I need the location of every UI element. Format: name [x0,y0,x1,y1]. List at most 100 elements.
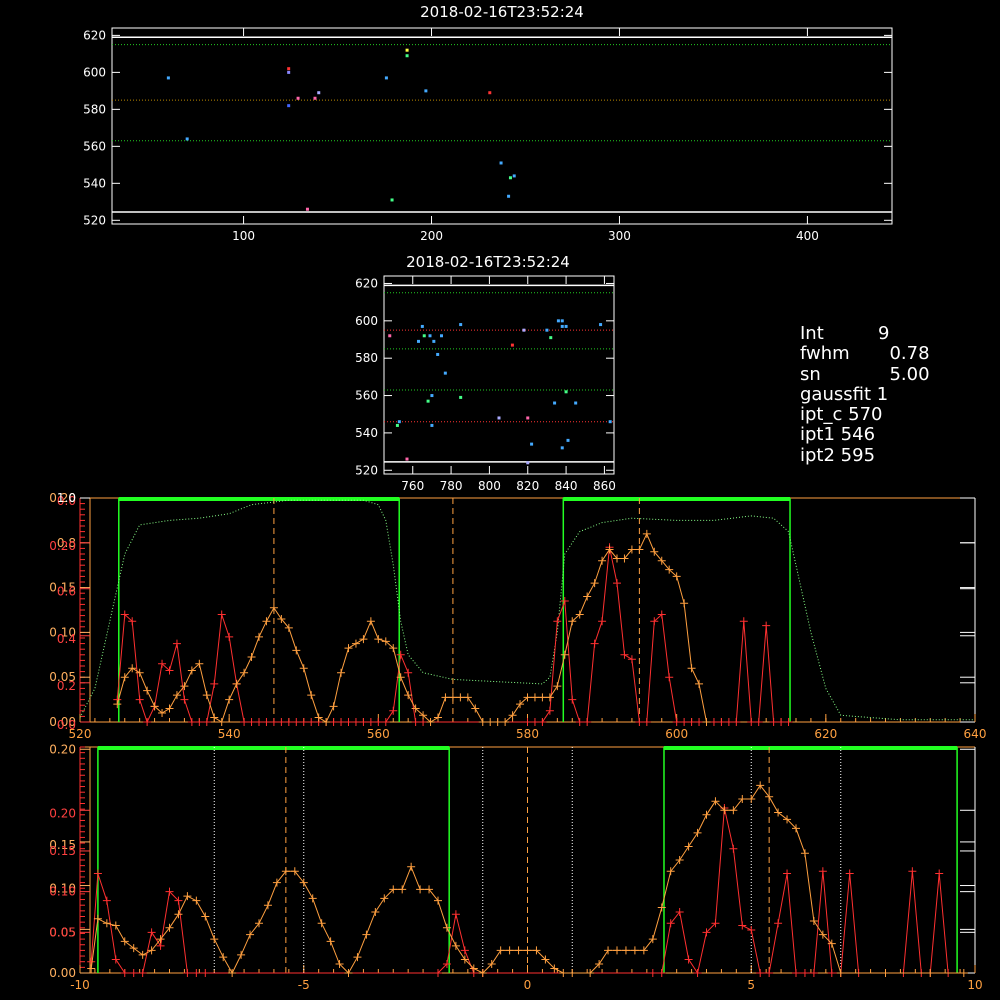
middle-xtick-label-2: 800 [478,479,501,493]
profile-red-point-61 [665,673,674,682]
middle-point-22 [530,442,534,446]
velocity-red-point-32 [756,969,765,977]
profile-orange-point-71 [642,529,651,538]
profile-red-point-11 [195,718,204,726]
profile-orange-point-79 [702,718,711,726]
profile-orange-point-50 [486,718,495,726]
velocity-orange-point-31 [362,930,371,939]
profile-red-point-23 [284,718,293,726]
info-row-gaussfit: gaussfit 1 [800,383,889,405]
middle-ytick-label-4: 600 [355,314,378,328]
top-point-14 [488,91,492,95]
velocity-orange-point-35 [398,885,407,894]
velocity-orange-point-11 [183,892,192,901]
middle-point-33 [574,401,578,405]
profile-red-point-50 [583,718,592,726]
middle-point-34 [599,323,603,327]
velocity-orange-point-47 [505,946,514,955]
profile-orange-point-24 [292,646,301,655]
middle-point-23 [545,328,549,332]
profile-orange-point-49 [478,718,487,726]
top-point-7 [317,91,321,95]
profile-red-point-77 [784,718,793,726]
middle-point-4 [417,339,420,343]
velocity-orange-point-85 [926,969,935,977]
middle-point-28 [560,324,564,328]
velocity-ytick-label-2: 0.05 [49,925,76,939]
middle-xtick-label-5: 860 [593,479,616,493]
middle-point-6 [422,334,426,338]
profile-red-point-14 [217,610,226,619]
profile-orange-point-56 [530,693,539,702]
velocity-orange-point-27 [326,937,335,946]
velocity-orange-point-48 [514,946,523,955]
middle-point-24 [549,336,553,340]
profile-red-point-43 [530,718,539,726]
profile-orange-point-31 [344,644,353,653]
velocity-red-point-36 [792,969,800,977]
velocity-orange-point-66 [684,842,693,851]
middle-ytick-label-2: 560 [355,389,378,403]
velocity-orange-point-12 [192,896,201,905]
profile-red-point-64 [687,718,696,726]
profile-orange-point-26 [307,691,316,700]
middle-xtick-label-4: 840 [555,479,578,493]
middle-ytick-label-3: 580 [355,351,378,365]
middle-point-0 [388,334,392,338]
velocity-red-point-42 [845,869,854,878]
velocity-red-point-3 [111,955,120,964]
velocity-red-point-7 [147,928,156,937]
top-point-2 [287,67,291,71]
profile-red-point-31 [344,718,353,726]
profile-orange-point-13 [210,713,219,722]
profile-orange-point-15 [225,695,234,704]
top-ytick-label-5: 620 [83,28,106,42]
velocity-red-point-40 [827,969,836,977]
velocity-red-point-25 [693,969,702,977]
velocity-red-point-5 [129,969,138,977]
top-point-1 [185,137,189,141]
velocity-ytick-label-4: 0.10 [49,885,76,899]
velocity-orange-point-13 [201,912,210,921]
profile-red-point-45 [545,706,554,715]
velocity-orange-point-84 [881,969,890,977]
top-point-10 [390,198,394,202]
charts-canvas: 520540560580600620100 200 300 4005205405605… [49,27,987,992]
velocity-orange-point-58 [613,946,621,955]
profile-orange-point-51 [493,718,502,726]
profile-red-point-25 [299,718,308,726]
profile-orange-point-48 [471,704,480,713]
profile-red-point-46 [553,617,562,626]
profile-xtick-label-6: 640 [964,727,987,741]
top-point-15 [499,161,503,165]
profile-red-point-30 [337,718,346,726]
velocity-orange-point-57 [604,946,613,955]
profile-orange-point-59 [553,682,562,691]
profile-orange-point-44 [441,693,450,702]
profile-orange-point-20 [262,617,271,626]
top-point-4 [287,104,291,108]
velocity-orange-point-14 [210,935,219,944]
profile-orange-point-78 [695,679,704,688]
profile-red-point-69 [724,718,733,726]
velocity-orange-point-46 [496,946,505,955]
profile-red-point-62 [672,718,681,726]
profile-xtick-label-1: 540 [218,727,241,741]
profile-red-point-65 [695,718,704,726]
profile-orange-series [116,532,707,723]
velocity-ytick-label-7: 0.20 [49,806,76,820]
profile-red-point-44 [538,718,547,726]
velocity-orange-point-37 [416,885,425,894]
velocity-orange-point-83 [836,969,845,977]
profile-red-point-24 [292,718,301,726]
velocity-orange-point-26 [317,919,326,928]
velocity-red-point-13 [201,969,210,977]
velocity-red-point-35 [783,869,792,878]
profile-red-point-26 [307,718,316,726]
velocity-orange-point-32 [371,907,380,916]
velocity-red-point-17 [460,946,469,955]
profile-red-point-73 [754,718,763,726]
middle-point-18 [510,343,514,347]
profile-orange-point-25 [299,664,308,673]
velocity-red-point-39 [818,867,827,876]
